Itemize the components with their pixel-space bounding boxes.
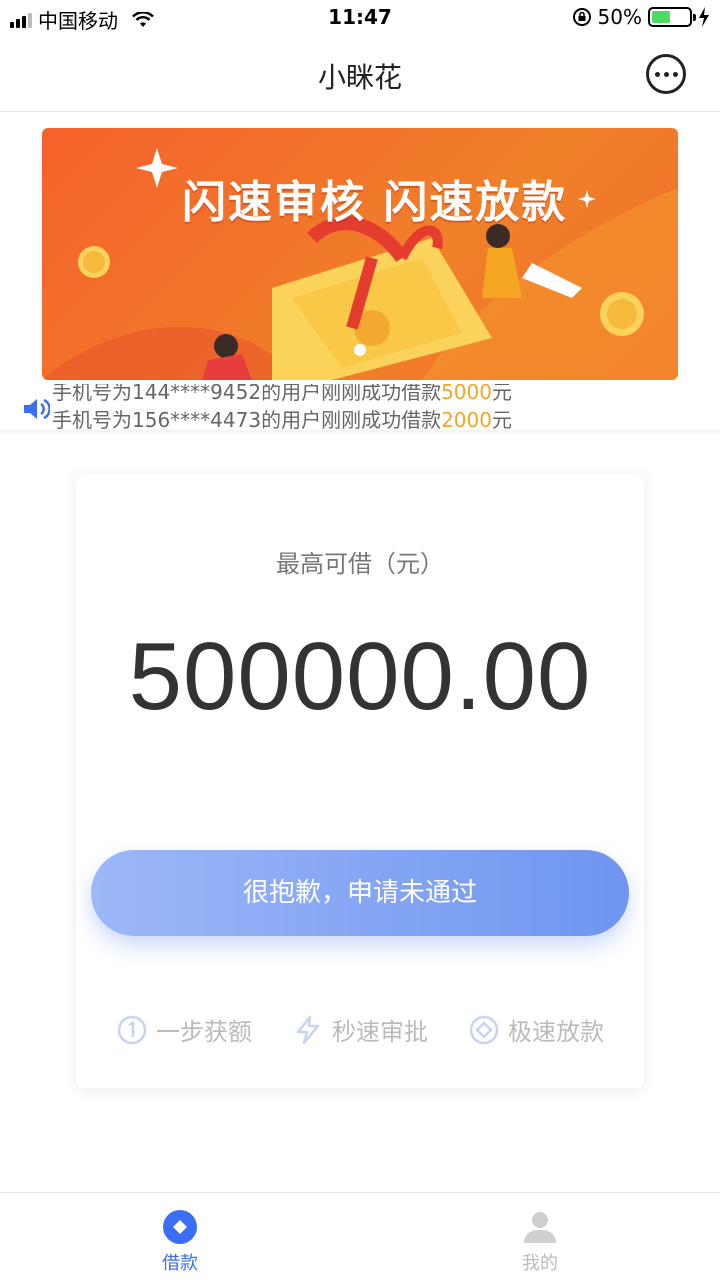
feature-label: 极速放款 [508, 1018, 604, 1046]
dot-icon [663, 71, 669, 77]
max-borrow-label: 最高可借（元） [276, 550, 444, 578]
tab-label: 借款 [162, 1253, 198, 1274]
feature-label: 一步获额 [156, 1018, 252, 1046]
user-icon [524, 1212, 556, 1243]
battery-icon [648, 7, 696, 27]
ticker-text: 手机号为144****9452的用户刚刚成功借款 [52, 384, 442, 404]
credit-card-panel: 最高可借（元） 500000.00 很抱歉，申请未通过 一步获额 秒速审批 极速… [76, 474, 644, 1088]
page: 中国移动 11:47 50% 小眯花 闪速审核 闪速放款 手机号为144****… [0, 0, 720, 1280]
ticker-line: 手机号为144****9452的用户刚刚成功借款5000元 [52, 384, 512, 406]
lightning-icon [296, 1015, 320, 1044]
navigation-bar: 小眯花 [0, 36, 720, 112]
ticker-lines: 手机号为144****9452的用户刚刚成功借款5000元 手机号为156***… [52, 384, 512, 430]
dot-icon [672, 71, 678, 77]
feature-list: 一步获额 秒速审批 极速放款 [76, 1012, 644, 1047]
ticker-text: 手机号为156****4473的用户刚刚成功借款 [52, 408, 442, 430]
ticker-unit: 元 [491, 408, 512, 430]
coin-left-icon [78, 246, 110, 278]
tab-borrow[interactable]: 借款 [0, 1193, 360, 1280]
announcement-ticker: 手机号为144****9452的用户刚刚成功借款5000元 手机号为156***… [0, 384, 720, 430]
page-title: 小眯花 [317, 61, 402, 94]
ticker-line: 手机号为156****4473的用户刚刚成功借款2000元 [52, 406, 512, 430]
borrow-icon [163, 1210, 197, 1244]
rotation-lock-icon [572, 8, 591, 26]
promo-banner[interactable]: 闪速审核 闪速放款 [42, 128, 678, 380]
coin-icon [469, 1015, 499, 1044]
speaker-icon [24, 398, 50, 420]
more-options-button[interactable] [646, 54, 686, 94]
section-divider [0, 430, 720, 436]
carousel-indicator [354, 344, 366, 356]
battery-fill [652, 11, 670, 23]
ticker-amount: 2000 [441, 408, 492, 430]
feature-item: 秒速审批 [292, 1012, 428, 1047]
dot-icon [654, 71, 660, 77]
ticker-unit: 元 [491, 384, 512, 404]
ticker-amount: 5000 [441, 384, 492, 404]
battery-percent: 50% [597, 5, 642, 29]
feature-label: 秒速审批 [332, 1018, 428, 1046]
status-right: 50% [572, 5, 710, 29]
apply-status-button[interactable]: 很抱歉，申请未通过 [91, 850, 629, 936]
feature-item: 一步获额 [116, 1012, 252, 1047]
banner-headline: 闪速审核 闪速放款 [182, 177, 568, 228]
status-bar: 中国移动 11:47 50% [0, 0, 720, 36]
feature-item: 极速放款 [468, 1012, 604, 1047]
bottom-tab-bar: 借款 我的 [0, 1192, 720, 1280]
step-one-icon [117, 1015, 147, 1044]
max-borrow-amount: 500000.00 [128, 623, 592, 730]
tab-mine[interactable]: 我的 [360, 1193, 720, 1280]
charging-bolt-icon [699, 7, 709, 27]
coin-right-icon [600, 292, 644, 336]
tab-label: 我的 [522, 1253, 558, 1274]
